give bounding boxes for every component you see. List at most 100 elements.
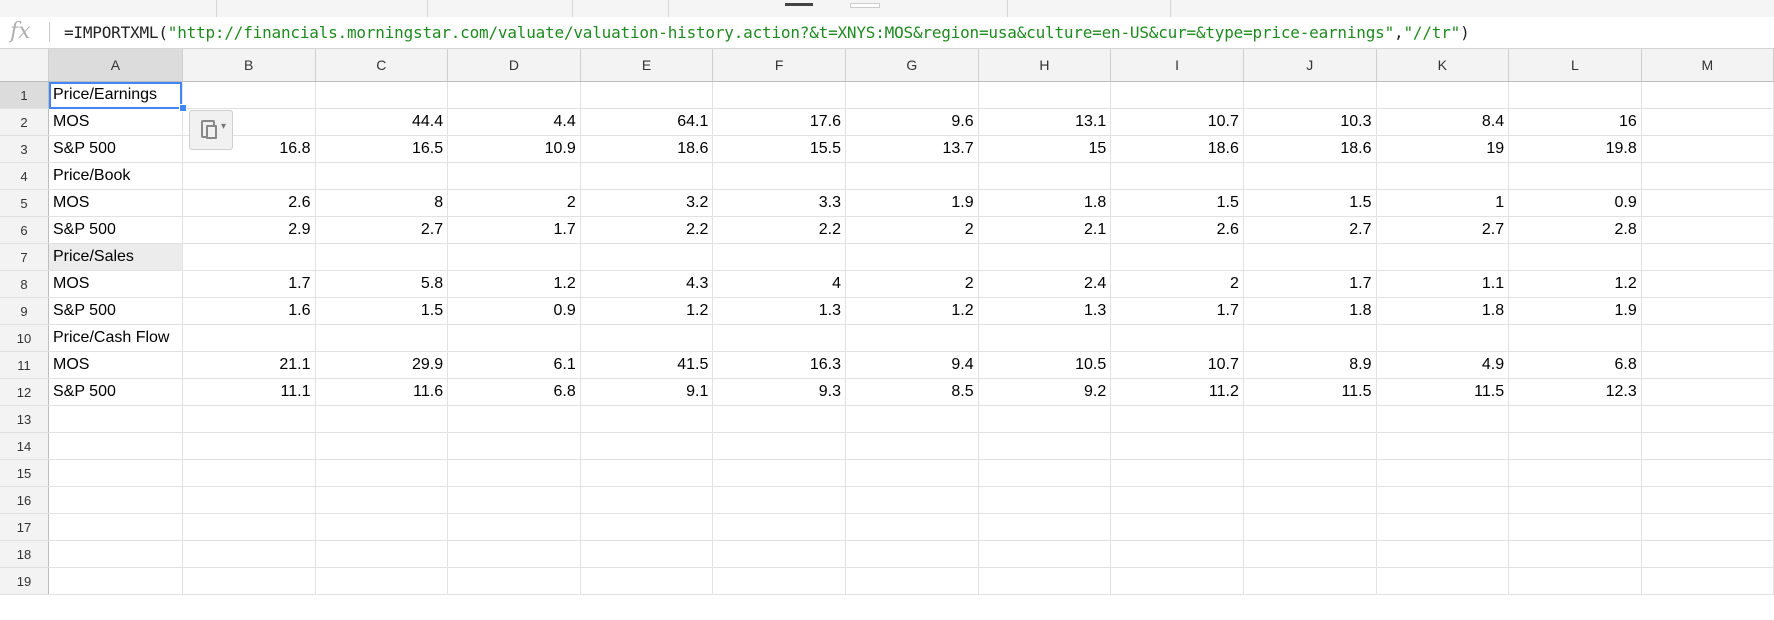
cell-a5[interactable]: MOS — [48, 189, 183, 217]
cell-a17[interactable] — [48, 513, 183, 541]
cell-a6[interactable]: S&P 500 — [48, 216, 183, 244]
cell-b13[interactable] — [182, 405, 316, 433]
cell-g10[interactable] — [845, 324, 979, 352]
cell-g18[interactable] — [845, 540, 979, 568]
cell-k7[interactable] — [1376, 243, 1510, 271]
cell-i11[interactable]: 10.7 — [1110, 351, 1244, 379]
cell-d14[interactable] — [447, 432, 581, 460]
cell-c19[interactable] — [315, 567, 449, 595]
cell-f15[interactable] — [712, 459, 846, 487]
cell-l18[interactable] — [1508, 540, 1642, 568]
cell-d15[interactable] — [447, 459, 581, 487]
cell-g8[interactable]: 2 — [845, 270, 979, 298]
cell-j16[interactable] — [1243, 486, 1377, 514]
cell-f4[interactable] — [712, 162, 846, 190]
cell-k8[interactable]: 1.1 — [1376, 270, 1510, 298]
cell-i8[interactable]: 2 — [1110, 270, 1244, 298]
cell-m1[interactable] — [1641, 81, 1774, 109]
cell-f17[interactable] — [712, 513, 846, 541]
cell-m4[interactable] — [1641, 162, 1774, 190]
cell-j1[interactable] — [1243, 81, 1377, 109]
cell-a7[interactable]: Price/Sales — [48, 243, 183, 271]
cell-f2[interactable]: 17.6 — [712, 108, 846, 136]
cell-b14[interactable] — [182, 432, 316, 460]
cell-g15[interactable] — [845, 459, 979, 487]
cell-a19[interactable] — [48, 567, 183, 595]
cell-i15[interactable] — [1110, 459, 1244, 487]
cell-g19[interactable] — [845, 567, 979, 595]
cell-a9[interactable]: S&P 500 — [48, 297, 183, 325]
row-header-2[interactable]: 2 — [0, 108, 49, 136]
cell-d16[interactable] — [447, 486, 581, 514]
cell-k11[interactable]: 4.9 — [1376, 351, 1510, 379]
cell-f19[interactable] — [712, 567, 846, 595]
cell-b18[interactable] — [182, 540, 316, 568]
cell-h14[interactable] — [978, 432, 1112, 460]
cell-l4[interactable] — [1508, 162, 1642, 190]
cell-c16[interactable] — [315, 486, 449, 514]
column-header-i[interactable]: I — [1110, 49, 1244, 82]
cell-m14[interactable] — [1641, 432, 1774, 460]
cell-f14[interactable] — [712, 432, 846, 460]
cell-a4[interactable]: Price/Book — [48, 162, 183, 190]
cell-l17[interactable] — [1508, 513, 1642, 541]
cell-g2[interactable]: 9.6 — [845, 108, 979, 136]
cell-j19[interactable] — [1243, 567, 1377, 595]
cell-e5[interactable]: 3.2 — [580, 189, 714, 217]
select-all-corner[interactable] — [0, 49, 49, 82]
cell-i6[interactable]: 2.6 — [1110, 216, 1244, 244]
cell-g1[interactable] — [845, 81, 979, 109]
cell-f8[interactable]: 4 — [712, 270, 846, 298]
cell-i12[interactable]: 11.2 — [1110, 378, 1244, 406]
cell-c4[interactable] — [315, 162, 449, 190]
cell-h2[interactable]: 13.1 — [978, 108, 1112, 136]
cell-e3[interactable]: 18.6 — [580, 135, 714, 163]
cell-a1[interactable]: Price/Earnings — [48, 81, 183, 109]
cell-l2[interactable]: 16 — [1508, 108, 1642, 136]
row-header-18[interactable]: 18 — [0, 540, 49, 568]
column-header-m[interactable]: M — [1641, 49, 1774, 82]
cell-g5[interactable]: 1.9 — [845, 189, 979, 217]
cell-k19[interactable] — [1376, 567, 1510, 595]
cell-l16[interactable] — [1508, 486, 1642, 514]
cell-a2[interactable]: MOS — [48, 108, 183, 136]
cell-h8[interactable]: 2.4 — [978, 270, 1112, 298]
cell-m12[interactable] — [1641, 378, 1774, 406]
fill-color-icon[interactable] — [850, 3, 880, 8]
cell-j14[interactable] — [1243, 432, 1377, 460]
cell-e19[interactable] — [580, 567, 714, 595]
column-header-c[interactable]: C — [315, 49, 449, 82]
column-header-l[interactable]: L — [1508, 49, 1642, 82]
cell-g6[interactable]: 2 — [845, 216, 979, 244]
cell-h9[interactable]: 1.3 — [978, 297, 1112, 325]
row-header-15[interactable]: 15 — [0, 459, 49, 487]
cell-e11[interactable]: 41.5 — [580, 351, 714, 379]
row-header-16[interactable]: 16 — [0, 486, 49, 514]
cell-j2[interactable]: 10.3 — [1243, 108, 1377, 136]
cell-h13[interactable] — [978, 405, 1112, 433]
cell-m8[interactable] — [1641, 270, 1774, 298]
cell-h19[interactable] — [978, 567, 1112, 595]
cell-a12[interactable]: S&P 500 — [48, 378, 183, 406]
cell-i5[interactable]: 1.5 — [1110, 189, 1244, 217]
cell-f16[interactable] — [712, 486, 846, 514]
cell-g4[interactable] — [845, 162, 979, 190]
cell-b19[interactable] — [182, 567, 316, 595]
cell-d19[interactable] — [447, 567, 581, 595]
cell-g14[interactable] — [845, 432, 979, 460]
cell-h15[interactable] — [978, 459, 1112, 487]
cell-k16[interactable] — [1376, 486, 1510, 514]
cell-i7[interactable] — [1110, 243, 1244, 271]
column-header-f[interactable]: F — [712, 49, 846, 82]
cell-b16[interactable] — [182, 486, 316, 514]
cell-d1[interactable] — [447, 81, 581, 109]
cell-c8[interactable]: 5.8 — [315, 270, 449, 298]
cell-l19[interactable] — [1508, 567, 1642, 595]
cell-h17[interactable] — [978, 513, 1112, 541]
cell-g3[interactable]: 13.7 — [845, 135, 979, 163]
cell-m13[interactable] — [1641, 405, 1774, 433]
cell-l11[interactable]: 6.8 — [1508, 351, 1642, 379]
cell-a15[interactable] — [48, 459, 183, 487]
cell-i9[interactable]: 1.7 — [1110, 297, 1244, 325]
cell-l12[interactable]: 12.3 — [1508, 378, 1642, 406]
